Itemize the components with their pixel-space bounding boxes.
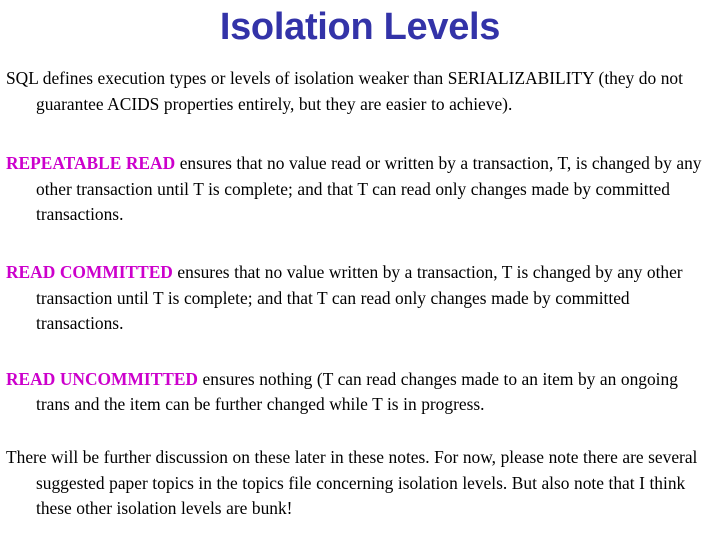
- paragraph-intro-text: SQL defines execution types or levels of…: [6, 68, 683, 114]
- paragraph-intro: SQL defines execution types or levels of…: [6, 66, 706, 117]
- paragraph-closing-note-text: There will be further discussion on thes…: [6, 446, 698, 519]
- paragraph-read-uncommitted: READ UNCOMMITTED ensures nothing (T can …: [6, 367, 706, 418]
- paragraph-read-committed: READ COMMITTED ensures that no value wri…: [6, 260, 706, 337]
- paragraph-read-uncommitted-lead: READ UNCOMMITTED: [6, 368, 198, 389]
- page-title: Isolation Levels: [219, 6, 501, 48]
- paragraph-read-committed-lead: READ COMMITTED: [6, 261, 173, 282]
- paragraph-closing-note: There will be further discussion on thes…: [6, 445, 706, 522]
- slide-body: SQL defines execution types or levels of…: [6, 66, 706, 522]
- slide: Isolation Levels SQL defines execution t…: [0, 0, 720, 540]
- paragraph-repeatable-read-lead: REPEATABLE READ: [6, 153, 176, 174]
- paragraph-repeatable-read: REPEATABLE READ ensures that no value re…: [6, 151, 706, 228]
